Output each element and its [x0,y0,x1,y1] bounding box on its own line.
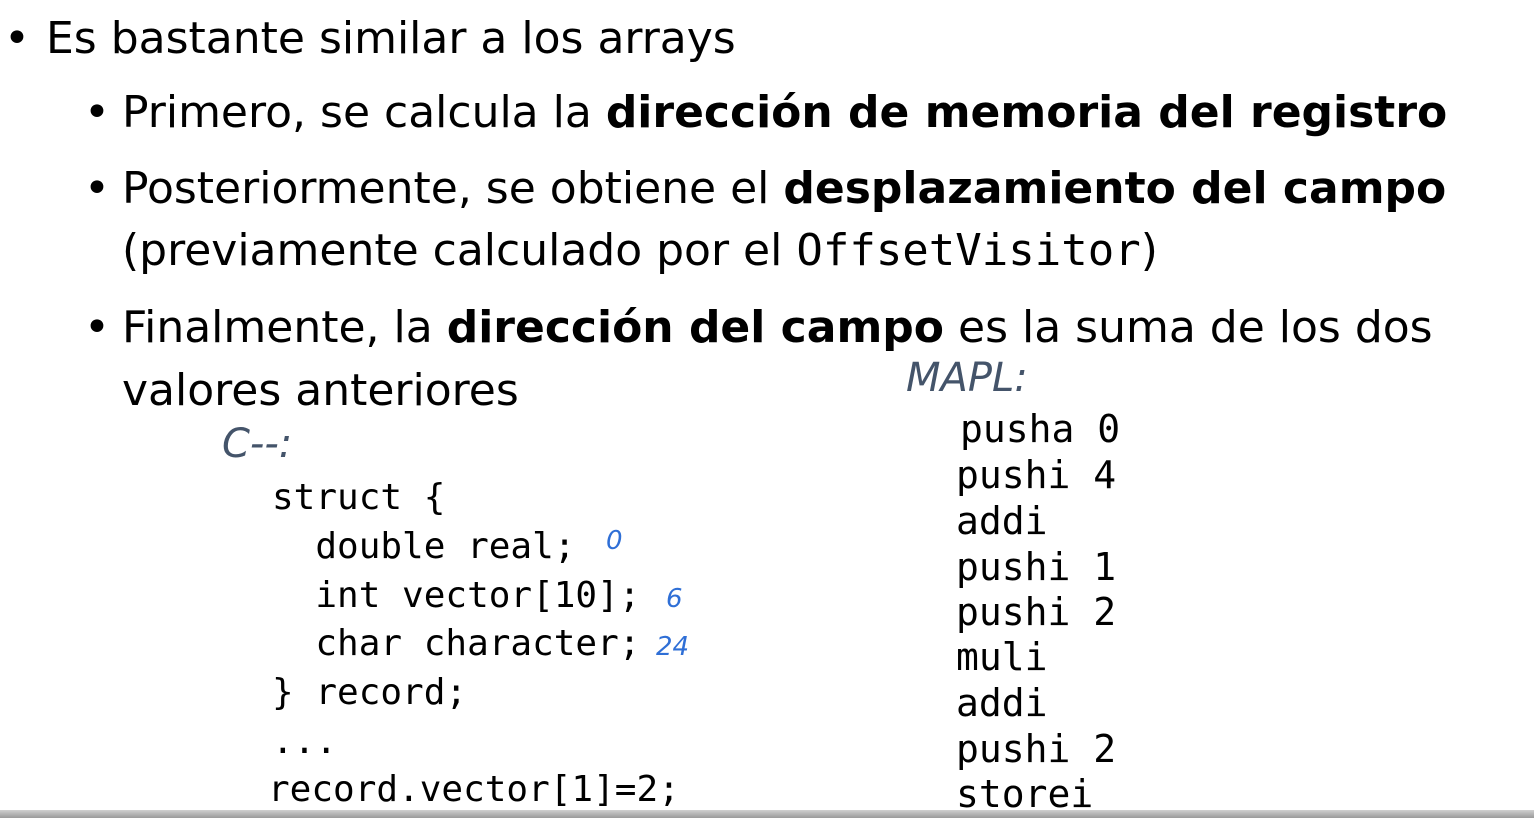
bullet-2-bold: dirección de memoria del registro [605,87,1448,138]
offset-annotation: 6 [666,584,683,614]
cmm-code-line: double real; [272,526,576,567]
mapl-code-line: muli [956,635,1048,679]
bullet-3-line2-pre: (previamente calculado por el [122,225,797,276]
mapl-code-line: pushi 2 [956,590,1117,634]
bullet-dot: • [4,13,30,64]
mapl-code-line: pusha 0 [960,407,1121,451]
cmm-code-line: struct { [272,477,446,518]
bullet-4-bold: dirección del campo [446,302,945,353]
bullet-1-text: Es bastante similar a los arrays [46,13,736,64]
bullet-3-bold: desplazamiento del campo [783,163,1447,214]
cmm-label: C--: [222,421,293,467]
offset-annotation: 24 [656,632,690,662]
bullet-4-line2: valores anteriores [122,365,519,416]
mapl-code-line: addi [956,681,1048,725]
mapl-code-line: pushi 1 [956,545,1117,589]
bullet-2-text: Primero, se calcula la [122,87,606,138]
cmm-code-line: ... [272,721,338,762]
bullet-dot: • [84,87,110,138]
offset-annotation: 0 [606,526,623,556]
offset-visitor-code: OffsetVisitor [796,225,1141,276]
mapl-label: MAPL: [906,355,1028,401]
cmm-code-line: int vector[10]; [272,575,641,616]
mapl-code-line: addi [956,499,1048,543]
cmm-code-line: record.vector[1]=2; [268,769,680,810]
bullet-3-text: Posteriormente, se obtiene el [122,163,784,214]
bullet-3-line2-post: ) [1140,225,1158,276]
mapl-code-line: pushi 2 [956,727,1117,771]
bullet-4-post: es la suma de los dos [944,302,1433,353]
mapl-code-line: pushi 4 [956,453,1117,497]
bottom-border [0,810,1534,818]
cmm-code-line: char character; [272,623,641,664]
bullet-4-text: Finalmente, la [122,302,447,353]
bullet-dot: • [84,302,110,353]
bullet-dot: • [84,163,110,214]
cmm-code-line: } record; [272,672,468,713]
